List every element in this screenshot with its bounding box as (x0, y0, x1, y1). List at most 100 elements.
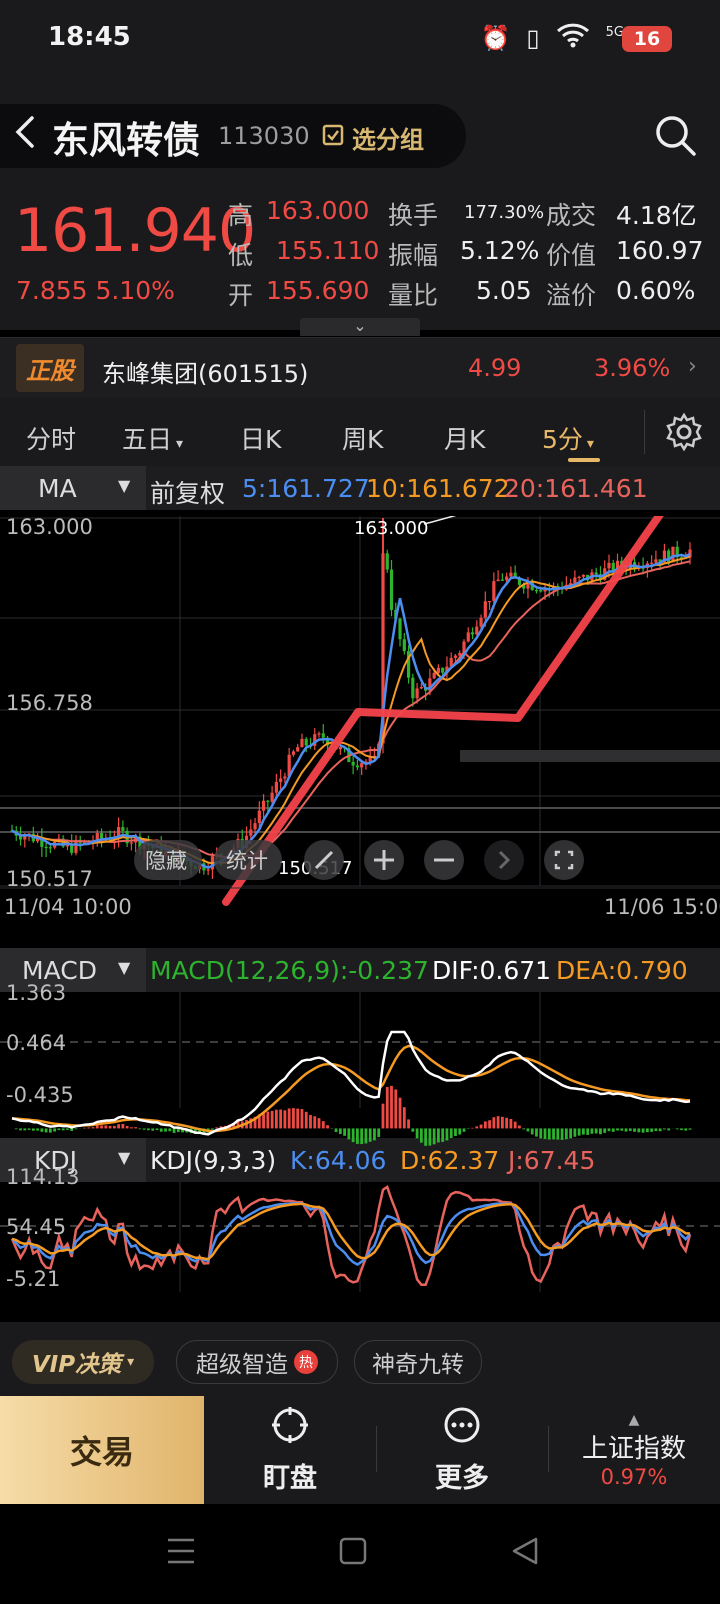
index-pct: 0.97% (600, 1464, 668, 1489)
tab-day-k[interactable]: 日K (240, 420, 281, 456)
macd-bar (343, 1128, 347, 1136)
caret-down-icon: ▼ (118, 476, 131, 495)
macd-bar (36, 1128, 39, 1131)
zoom-in-icon[interactable] (364, 840, 404, 880)
macd-bar (454, 1128, 457, 1137)
security-name: 东风转债 (52, 119, 200, 162)
watch-button[interactable]: 盯盘 (204, 1396, 376, 1504)
y-axis-bottom: 150.517 (6, 867, 93, 891)
select-group-button[interactable]: 选分组 (322, 120, 424, 155)
macd-bar (419, 1128, 423, 1143)
macd-bar (117, 1124, 121, 1129)
forward-icon[interactable] (484, 840, 524, 880)
super-smart-label: 超级智造 (196, 1352, 288, 1378)
macd-bar (125, 1126, 129, 1129)
magic-nine-chip[interactable]: 神奇九转 (354, 1340, 482, 1384)
back-arrow-icon[interactable] (12, 112, 40, 161)
macd-bar (287, 1108, 291, 1129)
ma20-value: 20:161.461 (504, 474, 648, 503)
hot-badge: 热 (294, 1350, 318, 1374)
macd-bar (334, 1128, 338, 1133)
super-smart-chip[interactable]: 超级智造热 (176, 1340, 338, 1384)
kdj-axis-bottom: -5.21 (6, 1267, 60, 1291)
worth-value: 160.97 (616, 236, 704, 265)
select-group-label: 选分组 (352, 126, 424, 154)
x-axis-start: 11/04 10:00 (4, 895, 132, 919)
last-price: 161.940 (14, 196, 256, 266)
macd-bar (385, 1087, 389, 1129)
macd-bar (628, 1128, 632, 1131)
tab-month-k[interactable]: 月K (444, 420, 485, 456)
macd-bar (142, 1128, 146, 1130)
macd-bar (19, 1128, 22, 1131)
candle-body (291, 751, 296, 755)
macd-bar (505, 1117, 509, 1129)
candle-body (509, 572, 513, 577)
macd-bar (66, 1128, 69, 1130)
recent-apps-icon[interactable] (166, 1536, 196, 1570)
back-nav-icon[interactable] (510, 1536, 540, 1570)
tab-five-day[interactable]: 五日 ▾ (122, 420, 183, 456)
more-icon (442, 1405, 482, 1452)
y-axis-mid: 156.758 (6, 691, 93, 715)
macd-bar (112, 1125, 116, 1129)
underlying-price: 4.99 (468, 354, 522, 382)
turnover-label: 换手 (388, 201, 439, 230)
expand-quote-chevron-icon[interactable]: ⌄ (300, 318, 420, 336)
macd-bar (61, 1128, 65, 1131)
tab-week-k[interactable]: 周K (342, 420, 383, 456)
candle-body (496, 579, 500, 582)
fullscreen-icon[interactable] (544, 840, 584, 880)
deal-value: 4.18亿 (616, 201, 697, 230)
hide-button[interactable]: 隐藏 (134, 840, 202, 880)
candle-body (121, 827, 125, 831)
candle-body (206, 869, 210, 871)
more-label: 更多 (435, 1463, 489, 1494)
macd-axis-bottom: -0.435 (6, 1083, 74, 1107)
alarm-icon: ⏰ (480, 24, 511, 52)
macd-bar (530, 1128, 534, 1135)
macd-bar (168, 1128, 172, 1132)
gear-icon[interactable] (664, 412, 704, 452)
more-button[interactable]: 更多 (376, 1396, 548, 1504)
index-ticker[interactable]: ▲ 上证指数 0.97% (548, 1396, 720, 1504)
turnover-value: 177.30% (464, 202, 545, 223)
home-icon[interactable] (338, 1536, 368, 1570)
underlying-pct: 3.96% (594, 354, 671, 382)
macd-bar (590, 1128, 594, 1134)
tab-5min[interactable]: 5分 ▾ (542, 420, 594, 456)
candlesticks (10, 518, 692, 880)
macd-bar (620, 1128, 624, 1131)
macd-bar (496, 1116, 500, 1129)
vip-decision-chip[interactable]: VIP决策 ▾ (12, 1340, 154, 1384)
candle-body (261, 800, 266, 811)
stats-button[interactable]: 统计 (214, 840, 282, 880)
ma-select-label: MA (38, 474, 77, 503)
macd-bar (317, 1118, 321, 1129)
macd-bar (552, 1128, 555, 1140)
macd-bar (338, 1128, 342, 1135)
trade-button[interactable]: 交易 (0, 1396, 204, 1504)
macd-bar (215, 1127, 219, 1129)
macd-bar (347, 1128, 351, 1140)
security-code: 113030 (218, 122, 310, 150)
macd-bar (432, 1128, 436, 1145)
battery-indicator: 16 (622, 26, 672, 52)
candle-body (321, 733, 325, 738)
price-band (460, 750, 720, 762)
chart-canvas[interactable]: 163.000 150.517 163.000 156.758 150.517 … (0, 516, 720, 1322)
ma5-line (11, 552, 691, 870)
tab-intraday[interactable]: 分时 (26, 420, 76, 456)
macd-bar (586, 1128, 590, 1135)
macd-bar (283, 1110, 287, 1129)
macd-bar (87, 1127, 91, 1129)
measure-icon[interactable] (304, 840, 344, 880)
macd-bar (564, 1128, 568, 1140)
macd-bar (390, 1085, 393, 1129)
zoom-out-icon[interactable] (424, 840, 464, 880)
search-icon[interactable] (652, 112, 700, 160)
macd-bar (326, 1125, 329, 1129)
macd-bar (599, 1128, 602, 1135)
candle-body (479, 617, 483, 627)
macd-bar (462, 1128, 466, 1132)
